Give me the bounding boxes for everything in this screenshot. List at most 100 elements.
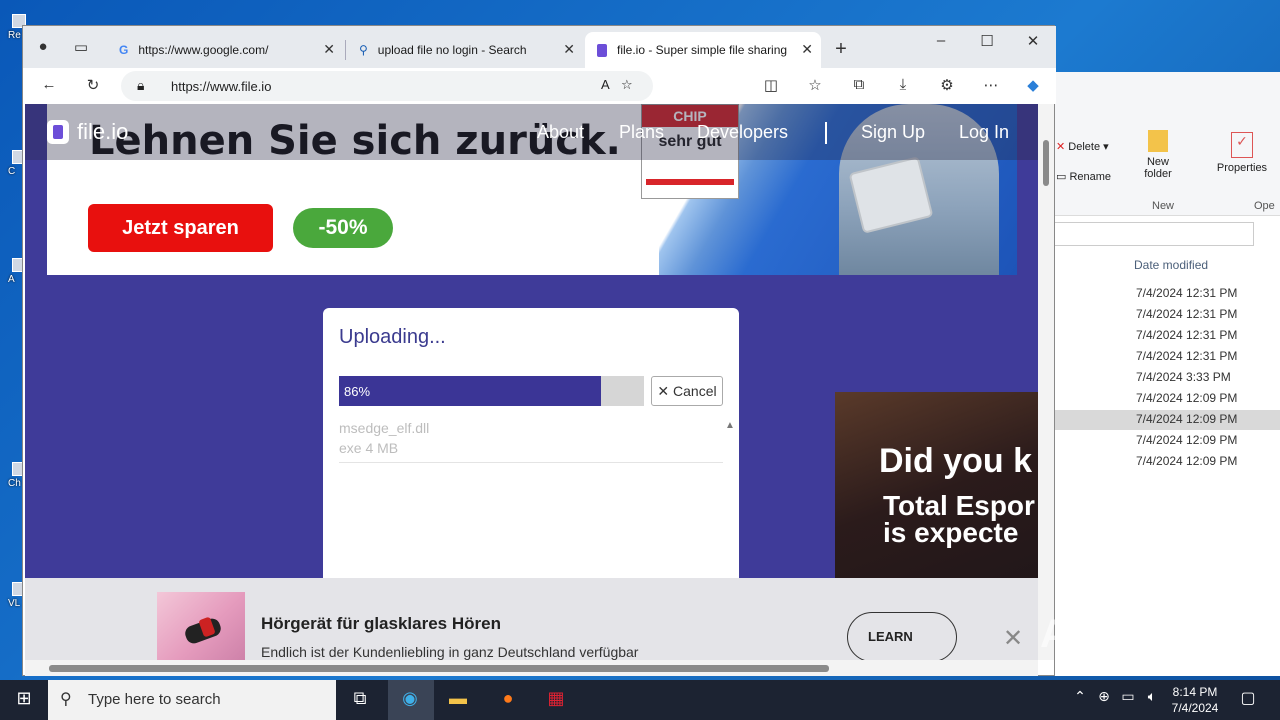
close-tab-icon[interactable]: ✕	[323, 41, 335, 58]
upload-progress-bar: 86%	[339, 376, 644, 406]
close-icon: ✕	[657, 383, 670, 399]
date-modified-header[interactable]: Date modified	[1134, 258, 1208, 272]
properties-button[interactable]: ✓ Properties	[1212, 132, 1272, 174]
learn-more-button[interactable]: LEARN	[847, 612, 957, 660]
split-screen-icon[interactable]: ◫	[761, 76, 781, 94]
uploading-title: Uploading...	[339, 326, 446, 348]
close-tab-icon[interactable]: ✕	[563, 41, 575, 58]
delete-button[interactable]: ✕ Delete ▾	[1056, 140, 1109, 153]
scroll-thumb[interactable]	[1043, 140, 1049, 186]
nav-plans[interactable]: Plans	[619, 122, 664, 143]
close-ad-icon[interactable]: ✕	[1003, 624, 1023, 653]
upload-card: Uploading... 86% ✕ Cancel ▲ msedge_elf.d…	[323, 308, 739, 608]
bottom-advertisement[interactable]: Hörgerät für glasklares Hören Endlich is…	[25, 578, 1038, 660]
jetzt-sparen-button[interactable]: Jetzt sparen	[88, 204, 273, 252]
date-cell: 7/4/2024 12:31 PM	[1136, 286, 1238, 300]
notifications-icon[interactable]: ▢	[1236, 688, 1260, 712]
google-icon: G	[119, 43, 129, 57]
network-icon[interactable]: ▭	[1116, 688, 1140, 712]
date-cell: 7/4/2024 12:31 PM	[1136, 307, 1238, 321]
horizontal-scrollbar[interactable]	[25, 660, 1038, 676]
tab-bar: ● ▭ G https://www.google.com/ ✕ ⚲ upload…	[23, 26, 1056, 70]
windows-start-icon[interactable]: ⊞	[12, 688, 36, 712]
search-icon: ⚲	[60, 691, 72, 708]
url-input[interactable]: 🔒︎ https://www.file.io A ☆	[121, 71, 653, 101]
minimize-icon[interactable]: –	[931, 32, 951, 49]
nav-divider	[825, 122, 827, 144]
date-cell: 7/4/2024 3:33 PM	[1136, 370, 1231, 384]
downloads-icon[interactable]: ⤓	[893, 76, 913, 93]
tab-actions-icon[interactable]: ▭	[71, 38, 91, 56]
open-group-label: Ope	[1254, 200, 1275, 212]
date-cell: 7/4/2024 12:09 PM	[1136, 412, 1238, 426]
explorer-ribbon: ✕ Delete ▾ ▭ Rename New folder New ✓ Prop…	[1054, 72, 1280, 216]
anyrun-watermark: ANY RUN	[1040, 612, 1229, 656]
favorite-star-icon[interactable]: ☆	[621, 77, 633, 93]
volume-icon[interactable]: 🔈︎	[1140, 688, 1164, 712]
tab-fileio[interactable]: file.io - Super simple file sharing ✕	[585, 32, 821, 68]
profile-icon[interactable]: ●	[33, 38, 53, 55]
bottom-ad-title: Hörgerät für glasklares Hören	[261, 614, 501, 633]
chevron-up-icon[interactable]: ⌃	[1068, 688, 1092, 712]
back-icon[interactable]: ←	[39, 76, 59, 93]
rename-button[interactable]: ▭ Rename	[1056, 170, 1111, 183]
date-cell: 7/4/2024 12:31 PM	[1136, 328, 1238, 342]
side-ad-line1: Did you k	[879, 442, 1033, 480]
read-aloud-icon[interactable]: A	[601, 77, 610, 92]
taskbar-search-input[interactable]: ⚲ Type here to search	[48, 680, 336, 720]
date-cell: 7/4/2024 12:31 PM	[1136, 349, 1238, 363]
file-size: exe 4 MB	[339, 440, 399, 456]
hearing-aid-image	[157, 592, 245, 660]
address-dropdown[interactable]	[1054, 222, 1254, 246]
desktop-icon-c[interactable]: C	[0, 148, 26, 186]
desktop-icon-a[interactable]: A	[0, 256, 26, 294]
more-menu-icon[interactable]: ⋯	[981, 76, 1001, 94]
fileio-logo-icon	[47, 120, 69, 144]
collections-icon[interactable]: ⧉	[849, 76, 869, 93]
edge-browser-window: ● ▭ G https://www.google.com/ ✕ ⚲ upload…	[22, 25, 1056, 676]
new-folder-button[interactable]: New folder	[1138, 130, 1178, 180]
cancel-button[interactable]: ✕ Cancel	[651, 376, 723, 406]
new-tab-icon[interactable]: +	[831, 38, 851, 61]
clock[interactable]: 8:14 PM 7/4/2024	[1166, 684, 1224, 716]
winrar-icon[interactable]: ▦	[544, 688, 568, 712]
tab-search[interactable]: ⚲ upload file no login - Search ✕	[347, 32, 583, 68]
nav-log-in[interactable]: Log In	[959, 122, 1009, 143]
upload-progress-fill: 86%	[339, 376, 602, 406]
date-cell: 7/4/2024 12:09 PM	[1136, 391, 1238, 405]
vertical-scrollbar[interactable]	[1038, 104, 1054, 660]
file-explorer-icon[interactable]: ▬	[446, 688, 470, 712]
desktop-icon-recycle[interactable]: Re	[0, 12, 26, 50]
file-name: msedge_elf.dll	[339, 420, 430, 436]
nav-about[interactable]: About	[537, 122, 584, 143]
taskbar: ⊞ ⚲ Type here to search ⧉ ◉ ▬ ● ▦ ⌃ ⊕ ▭ …	[0, 680, 1280, 720]
refresh-icon[interactable]: ↻	[83, 76, 103, 94]
task-view-icon[interactable]: ⧉	[348, 688, 372, 712]
nav-sign-up[interactable]: Sign Up	[861, 122, 925, 143]
desktop-icon-ch[interactable]: Ch	[0, 460, 26, 498]
scroll-thumb[interactable]	[49, 665, 829, 672]
close-window-icon[interactable]: ✕	[1023, 32, 1043, 50]
lock-icon[interactable]: 🔒︎	[137, 77, 144, 94]
collapse-arrow-icon[interactable]: ▲	[725, 420, 735, 431]
tab-google[interactable]: G https://www.google.com/ ✕	[107, 32, 343, 68]
divider	[339, 462, 723, 463]
firefox-icon[interactable]: ●	[496, 688, 520, 712]
bottom-ad-subtitle: Endlich ist der Kundenliebling in ganz D…	[261, 644, 639, 660]
webpage: CHIP sehr gut Lehnen Sie sich zurück. Je…	[25, 104, 1038, 660]
extensions-icon[interactable]: ⚙	[937, 76, 957, 94]
close-tab-icon[interactable]: ✕	[801, 41, 813, 58]
discount-badge: -50%	[293, 208, 393, 248]
maximize-icon[interactable]: ☐	[977, 32, 997, 50]
desktop-icon-vl[interactable]: VL	[0, 580, 26, 618]
favorites-icon[interactable]: ☆	[805, 76, 825, 94]
edge-icon[interactable]: ◉	[398, 688, 422, 712]
new-group-label: New	[1152, 200, 1175, 212]
site-navbar: file.io About Plans Developers Sign Up L…	[25, 104, 1038, 160]
fileio-logo[interactable]: file.io	[47, 119, 128, 145]
address-bar-row: ← ↻ 🔒︎ https://www.file.io A ☆ ◫ ☆ ⧉ ⤓ ⚙…	[23, 68, 1056, 104]
date-cell: 7/4/2024 12:09 PM	[1136, 454, 1238, 468]
nav-developers[interactable]: Developers	[697, 122, 788, 143]
tray-icon[interactable]: ⊕	[1092, 688, 1116, 712]
copilot-icon[interactable]: ◆	[1023, 76, 1043, 94]
